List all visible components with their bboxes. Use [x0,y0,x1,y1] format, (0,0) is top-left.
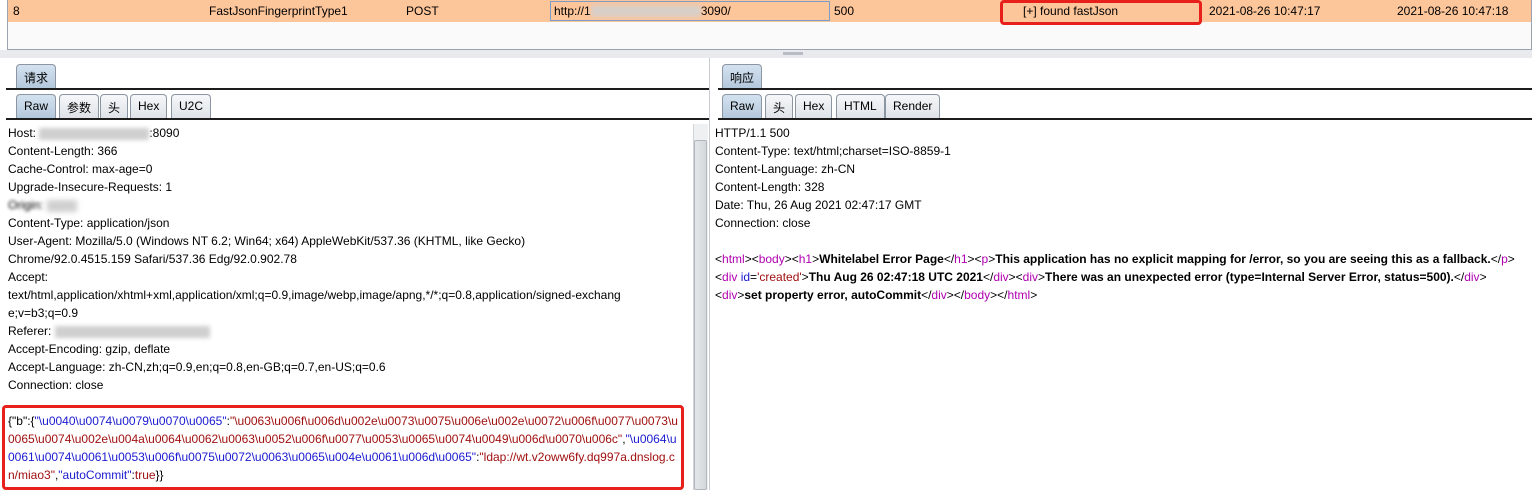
highlight-box [1000,0,1202,25]
tab-raw[interactable]: Raw [16,94,57,118]
tab-raw[interactable]: Raw [722,94,763,118]
tab-params[interactable]: 参数 [59,94,100,118]
cell-end-time: 2021-08-26 10:47:18 [1397,4,1509,18]
code-token: ></ [990,288,1008,302]
cell-name: FastJsonFingerprintType1 [209,4,348,18]
header-line: Connection: close [8,378,104,392]
divider-grip[interactable] [783,52,803,55]
tab-hex[interactable]: Hex [130,94,168,118]
cell-url[interactable]: http://1 3090/ [550,1,830,21]
code-token: id [740,270,751,284]
code-token: = [750,270,758,284]
tab-headers[interactable]: 头 [100,94,129,118]
code-token: p [1501,252,1508,266]
scrollbar-thumb[interactable] [694,140,707,490]
origin-label: Origin: [8,198,47,212]
response-tabbar: 响应 [718,62,1532,90]
response-panel: 响应 Raw 头 Hex HTML Render HTTP/1.1 500 Co… [712,58,1532,490]
header-line: Accept-Encoding: gzip, deflate [8,342,171,356]
code-token: </ [943,252,955,266]
code-token: >< [1008,270,1023,284]
header-line: User-Agent: Mozilla/5.0 (Windows NT 6.2;… [8,234,526,248]
header-line: Content-Language: zh-CN [715,162,856,176]
header-line: HTTP/1.1 500 [715,126,790,140]
redacted-referer [54,325,210,338]
header-line: Date: Thu, 26 Aug 2021 02:47:17 GMT [715,198,922,212]
header-line: text/html,application/xhtml+xml,applicat… [8,288,621,302]
code-token: >< [784,252,799,266]
redacted-host [39,127,150,140]
cell-status: 500 [834,4,855,18]
header-line: Content-Length: 366 [8,144,118,158]
code-token: > [801,270,809,284]
tab-hex[interactable]: Hex [795,94,833,118]
code-token: html [1007,288,1031,302]
host-port: :8090 [149,126,180,140]
code-token: div [1022,270,1039,284]
code-token: body [758,252,785,266]
header-line: Content-Type: application/json [8,216,170,230]
header-line: Chrome/92.0.4515.159 Safari/537.36 Edg/9… [8,252,297,266]
code-token: > [1030,288,1038,302]
code-token: This application has no explicit mapping… [995,252,1491,266]
code-token: 'created' [757,270,802,284]
url-prefix: http://1 [554,4,591,18]
redacted-host [590,5,701,17]
tab-html[interactable]: HTML [836,94,885,118]
code-token: >< [967,252,982,266]
referer-label: Referer: [8,324,55,338]
redacted-origin [46,199,77,212]
code-token: < [715,252,723,266]
request-tabbar: 请求 [6,62,709,90]
code-token: set property error, autoCommit [744,288,922,302]
tab-response[interactable]: 响应 [722,64,763,88]
host-label: Host: [8,126,40,140]
code-token: > [1038,270,1046,284]
code-token: </ [1490,252,1502,266]
code-token: Whitelabel Error Page [819,252,944,266]
tab-render[interactable]: Render [885,94,941,118]
code-token: div [931,288,947,302]
header-line: Connection: close [715,216,811,230]
results-table: 8 FastJsonFingerprintType1 POST http://1… [7,0,1532,50]
code-token: </ [1453,270,1465,284]
header-line: Content-Type: text/html;charset=ISO-8859… [715,144,951,158]
code-token: body [964,288,991,302]
cell-method: POST [406,4,439,18]
url-suffix: 3090/ [700,4,731,18]
code-token: html [722,252,745,266]
header-line: Accept-Language: zh-CN,zh;q=0.9,en;q=0.8… [8,360,386,374]
code-token: </ [921,288,932,302]
header-line: Accept: [8,270,49,284]
tab-u2c[interactable]: U2C [171,94,212,118]
request-subtabs: Raw 参数 头 Hex U2C [6,92,709,120]
tab-headers[interactable]: 头 [765,94,794,118]
header-line: Upgrade-Insecure-Requests: 1 [8,180,173,194]
split-divider[interactable] [0,50,1532,58]
header-line: e;v=b3;q=0.9 [8,306,79,320]
highlight-box [2,405,684,490]
code-token: div [722,270,738,284]
code-token: div [993,270,1009,284]
code-token: Thu Aug 26 02:47:18 UTC 2021 [808,270,983,284]
response-subtabs: Raw 头 Hex HTML Render [718,92,1532,120]
response-body: <html><body><h1>Whitelabel Error Page</h… [715,250,1527,304]
code-token: There was an unexpected error (type=Inte… [1045,270,1454,284]
code-token: h1 [798,252,813,266]
code-token: h1 [954,252,968,266]
response-raw-text[interactable]: HTTP/1.1 500 Content-Type: text/html;cha… [715,124,1527,304]
cell-id: 8 [13,4,20,18]
header-line: Content-Length: 328 [715,180,825,194]
cell-start-time: 2021-08-26 10:47:17 [1209,4,1321,18]
code-token: div [722,288,738,302]
code-token: ></ [946,288,965,302]
tab-request[interactable]: 请求 [16,64,57,88]
header-line: Cache-Control: max-age=0 [8,162,153,176]
code-token: div [1464,270,1480,284]
code-token: </ [982,270,994,284]
table-row[interactable]: 8 FastJsonFingerprintType1 POST http://1… [8,0,1531,22]
code-token: >< [744,252,759,266]
